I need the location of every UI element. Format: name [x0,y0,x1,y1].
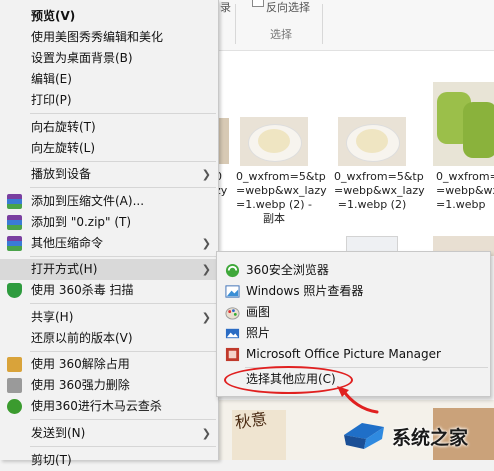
chevron-right-icon: ❯ [201,168,211,181]
menu-item-share[interactable]: 共享(H) ❯ [0,307,218,328]
menu-item-label: 向右旋转(T) [31,120,96,134]
unlock-icon [7,357,22,372]
shredder-icon [7,378,22,393]
menu-item-label: 使用 360强力删除 [31,378,130,392]
image-thumbnail[interactable] [433,82,494,166]
chevron-right-icon: ❯ [201,237,211,250]
menu-item-label: 打开方式(H) [31,262,98,276]
menu-item-label: 添加到压缩文件(A)... [31,194,145,208]
menu-separator [30,351,216,352]
menu-item-rotate-right[interactable]: 向右旋转(T) [0,117,218,138]
menu-item-label: 剪切(T) [31,453,72,467]
menu-item-cut[interactable]: 剪切(T) [0,450,218,471]
photos-icon [225,328,240,339]
menu-item-label: 使用美图秀秀编辑和美化 [31,30,164,44]
ribbon-separator [322,4,323,44]
file-name-label: 0_wxfrom=5&tp =webp&wx_lazy =1.webp [436,170,494,211]
menu-item-label: 预览(V) [31,9,76,23]
menu-separator [30,256,216,257]
submenu-item-photos[interactable]: 照片 [217,323,490,344]
menu-item-label: 打印(P) [31,93,72,107]
paint-icon [225,307,240,320]
menu-item-label: 发送到(N) [31,426,86,440]
winrar-icon [7,236,22,251]
winrar-icon [7,194,22,209]
menu-item-label: 设置为桌面背景(B) [31,51,133,65]
menu-item-add-to-zip[interactable]: 添加到 "0.zip" (T) [0,212,218,233]
submenu-item-360-browser[interactable]: 360安全浏览器 [217,260,490,281]
annotation-arrow-icon [337,386,379,414]
submenu-item-label: 360安全浏览器 [246,263,329,277]
chevron-right-icon: ❯ [201,427,211,440]
menu-item-360-unlock[interactable]: 使用 360解除占用 [0,354,218,375]
submenu-item-windows-photo-viewer[interactable]: Windows 照片查看器 [217,281,490,302]
menu-item-preview[interactable]: 预览(V) [0,6,218,27]
watermark-text: 系统之家 [392,427,469,449]
submenu-item-label: Microsoft Office Picture Manager [246,347,441,361]
menu-item-edit[interactable]: 编辑(E) [0,69,218,90]
chevron-right-icon: ❯ [201,311,211,324]
image-thumbnail[interactable]: 秋意 [232,410,286,460]
menu-separator [30,419,216,420]
photo-viewer-icon [225,285,240,298]
360-browser-icon [225,263,240,278]
trojan-scan-icon [7,399,22,414]
picture-manager-icon [225,347,240,362]
menu-item-label: 添加到 "0.zip" (T) [31,215,132,229]
menu-separator [30,187,216,188]
menu-separator [30,446,216,447]
watermark: 系统之家 [340,415,494,455]
submenu-item-label: 照片 [246,326,271,340]
invert-selection-checkbox[interactable] [252,0,264,7]
menu-separator [30,113,216,114]
menu-item-open-with[interactable]: 打开方式(H) ❯ [0,259,218,280]
menu-item-rotate-left[interactable]: 向左旋转(L) [0,138,218,159]
file-name-label: 0_wxfrom=5&tp =webp&wx_lazy =1.webp (2) [334,170,425,211]
submenu-item-office-picture-manager[interactable]: Microsoft Office Picture Manager [217,344,490,365]
menu-item-label: 使用 360解除占用 [31,357,130,371]
menu-item-label: 向左旋转(L) [31,141,96,155]
menu-item-other-compression[interactable]: 其他压缩命令 ❯ [0,233,218,254]
menu-item-meitu-edit[interactable]: 使用美图秀秀编辑和美化 [0,27,218,48]
submenu-item-label: Windows 照片查看器 [246,284,364,298]
menu-item-label: 使用360进行木马云查杀 [31,399,162,413]
menu-item-label: 还原以前的版本(V) [31,331,133,345]
chevron-right-icon: ❯ [201,263,211,276]
360-antivirus-icon [7,283,22,298]
menu-item-cast-to-device[interactable]: 播放到设备 ❯ [0,164,218,185]
file-name-label: 0_wxfrom=5&tp =webp&wx_lazy =1.webp (2) … [236,170,327,225]
menu-separator [30,303,216,304]
ribbon-group-label: 选择 [270,28,292,41]
image-thumbnail[interactable] [338,117,406,166]
submenu-item-paint[interactable]: 画图 [217,302,490,323]
menu-item-360-scan[interactable]: 使用 360杀毒 扫描 [0,280,218,301]
image-thumbnail[interactable] [240,117,308,166]
menu-item-label: 共享(H) [31,310,74,324]
menu-item-360-force-delete[interactable]: 使用 360强力删除 [0,375,218,396]
menu-item-label: 其他压缩命令 [31,236,104,250]
menu-item-360-trojan-scan[interactable]: 使用360进行木马云查杀 [0,396,218,417]
menu-separator [30,161,216,162]
menu-item-label: 编辑(E) [31,72,72,86]
menu-item-set-desktop-background[interactable]: 设置为桌面背景(B) [0,48,218,69]
invert-selection-label[interactable]: 反向选择 [266,0,310,15]
ribbon-fragment-label: 录 [220,1,231,14]
menu-item-send-to[interactable]: 发送到(N) ❯ [0,423,218,444]
winrar-icon [7,215,22,230]
ribbon-separator [235,4,236,44]
menu-item-label: 播放到设备 [31,167,92,181]
menu-item-print[interactable]: 打印(P) [0,90,218,111]
watermark-logo-icon [344,423,384,449]
menu-item-add-to-archive[interactable]: 添加到压缩文件(A)... [0,191,218,212]
context-menu: 预览(V) 使用美图秀秀编辑和美化 设置为桌面背景(B) 编辑(E) 打印(P)… [0,0,219,467]
menu-item-restore-previous-versions[interactable]: 还原以前的版本(V) [0,328,218,349]
submenu-item-label: 画图 [246,305,271,319]
menu-item-label: 使用 360杀毒 扫描 [31,283,134,297]
